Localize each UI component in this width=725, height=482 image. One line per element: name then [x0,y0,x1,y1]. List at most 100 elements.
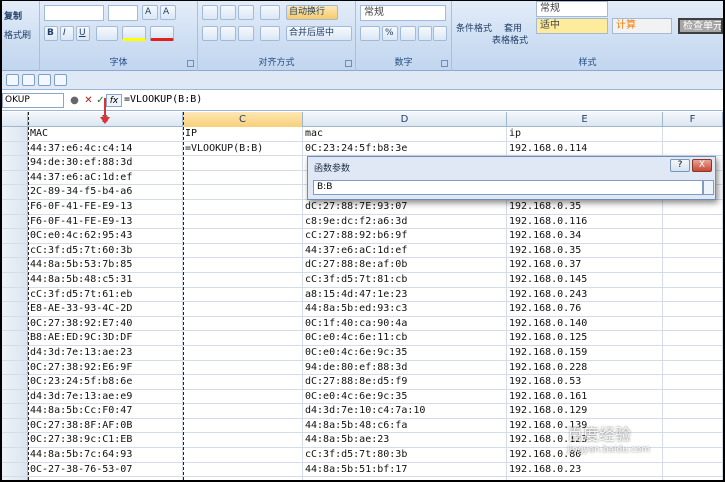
cell-c[interactable] [183,185,303,200]
formula-input[interactable]: =VLOOKUP(B:B) [124,94,202,105]
cell-f[interactable] [663,214,723,229]
cell-b[interactable]: 0C:27:38:9c:C1:EB [28,433,183,448]
percent-button[interactable]: % [382,26,398,41]
column-header-d[interactable]: D [303,112,507,127]
conditional-format-button[interactable]: 条件格式 [456,21,492,34]
cell-c[interactable] [183,243,303,258]
italic-button[interactable]: I [60,26,74,41]
cell-d[interactable]: c8:9e:dc:f2:a6:3d [303,214,507,229]
align-bottom-button[interactable] [238,5,254,20]
cell-e[interactable]: 192.168.0.34 [507,229,663,244]
cell-e[interactable]: 192.168.0.35 [507,243,663,258]
cell-d[interactable]: 0C:e0:4c:6e:9c:35 [303,345,507,360]
wrap-text-button[interactable]: 自动换行 [286,5,338,20]
cell-e[interactable]: 192.168.0.140 [507,316,663,331]
cell-d[interactable]: 44:8a:5b:51:bf:17 [303,462,507,477]
cell-c[interactable] [183,229,303,244]
cell-e[interactable]: 192.168.0.145 [507,272,663,287]
cell-b[interactable]: 0C:27:38:92:E7:40 [28,316,183,331]
cell-d[interactable]: cC:3f:d5:7t:80:3b [303,448,507,463]
cell-c[interactable] [183,258,303,273]
cell-b[interactable]: F6-0F-41-FE-E9-13 [28,199,183,214]
cell-e[interactable]: ip [507,127,663,141]
cell-d[interactable]: a8:15:4d:47:1e:23 [303,287,507,302]
undo-icon[interactable] [54,74,67,86]
cell-b[interactable]: 0C-27-38-76-53-07 [28,462,183,477]
cell-f[interactable] [663,141,723,156]
font-size-field[interactable] [108,5,138,21]
cell-c[interactable] [183,360,303,375]
cell-c[interactable]: IP [183,127,303,141]
cell-f[interactable] [663,418,723,433]
cell-f[interactable] [663,389,723,404]
cell-b[interactable]: 44:8a:5b:Cc:F0:47 [28,404,183,419]
cell-f[interactable] [663,316,723,331]
cell-f[interactable] [663,345,723,360]
cell-b[interactable]: d4:3d:7e:13:ae:e9 [28,389,183,404]
cell-c[interactable] [183,287,303,302]
cell-d[interactable]: 44:37:e6:aC:1d:ef [303,243,507,258]
format-painter-button[interactable]: 格式刷 [4,28,31,41]
cell-e[interactable]: 192.168.0.76 [507,302,663,317]
cell-f[interactable] [663,243,723,258]
cell-f[interactable] [663,199,723,214]
cell-c[interactable] [183,316,303,331]
cell-d[interactable] [303,477,507,480]
cell-e[interactable]: 192.168.0.161 [507,389,663,404]
cell-d[interactable]: 94:de:80:ef:88:3d [303,360,507,375]
cell-f[interactable] [663,433,723,448]
cell-b[interactable]: cC:3f:d5:7t:61:eb [28,287,183,302]
fill-color-button[interactable] [122,26,146,41]
cell-b[interactable]: 0C:27:38:92:E6:9F [28,360,183,375]
comma-button[interactable] [400,26,416,41]
cell-c[interactable] [183,214,303,229]
cell-f[interactable] [663,404,723,419]
cell-f[interactable] [663,331,723,346]
copy-button[interactable]: 复制 [4,9,22,22]
font-launcher-icon[interactable] [187,60,194,67]
cell-d[interactable]: dC:27:88:8e:d5:f9 [303,375,507,390]
cell-e[interactable]: 192.168.0.228 [507,360,663,375]
increase-decimal-button[interactable] [418,26,432,41]
cell-c[interactable] [183,199,303,214]
cell-f[interactable] [663,360,723,375]
table-icon[interactable] [22,74,35,86]
number-format-select[interactable]: 常规 [360,5,446,21]
style-normal[interactable]: 常规 [536,1,608,17]
cell-f[interactable] [663,302,723,317]
cell-c[interactable] [183,433,303,448]
cell-b[interactable]: 0C:e0:4c:62:95:43 [28,229,183,244]
cell-e[interactable]: 192.168.0.35 [507,199,663,214]
cell-e[interactable]: 192.168.0.243 [507,287,663,302]
cell-d[interactable]: d4:3d:7e:10:c4:7a:10 [303,404,507,419]
cell-c[interactable] [183,302,303,317]
align-top-button[interactable] [202,5,218,20]
dialog-collapse-icon[interactable] [703,180,714,195]
save-icon[interactable] [38,74,51,86]
cell-d[interactable]: 0C:e0:4c:6e:9c:35 [303,389,507,404]
cell-d[interactable]: dC:27:88:8e:af:0b [303,258,507,273]
cell-f[interactable] [663,258,723,273]
name-box[interactable]: OKUP [2,93,64,108]
cell-c[interactable] [183,375,303,390]
shrink-font-button[interactable]: A [160,5,176,20]
cell-c[interactable] [183,477,303,480]
cell-b[interactable]: 44:8a:5b:48:c5:31 [28,272,183,287]
cell-d[interactable]: dC:27:88:7E:93:07 [303,199,507,214]
alignment-launcher-icon[interactable] [345,60,352,67]
style-check-cell[interactable]: 检查单元 [678,18,723,34]
cell-d[interactable]: 44:8a:5b:ed:93:c3 [303,302,507,317]
cell-d[interactable]: 0C:e0:4c:6e:11:cb [303,331,507,346]
cell-c[interactable] [183,331,303,346]
style-neutral[interactable]: 适中 [536,18,608,34]
cell-b[interactable]: 44:8a:5b:7c:64:93 [28,448,183,463]
cell-e[interactable]: 192.168.0.125 [507,331,663,346]
cell-b[interactable]: 44:37:e6:4c:c4:14 [28,141,183,156]
cell-e[interactable]: 192.168.0.53 [507,375,663,390]
cell-c[interactable] [183,272,303,287]
name-box-dropdown-icon[interactable]: ● [68,94,81,107]
underline-button[interactable]: U [76,26,90,41]
cell-b[interactable] [28,477,183,480]
column-header-e[interactable]: E [507,112,663,127]
select-all-corner[interactable] [2,112,28,127]
